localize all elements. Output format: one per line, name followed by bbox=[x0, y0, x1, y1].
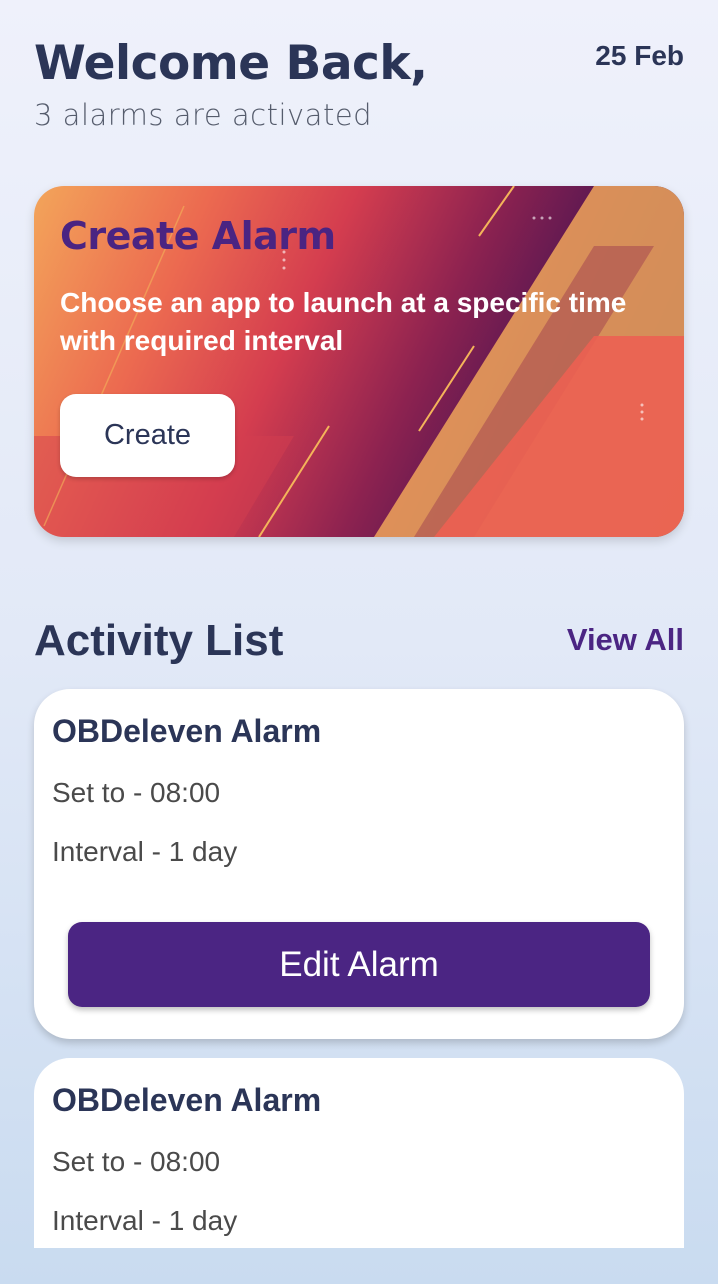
view-all-link[interactable]: View All bbox=[567, 622, 684, 658]
banner-description: Choose an app to launch at a specific ti… bbox=[60, 287, 627, 356]
alarm-card: OBDeleven Alarm Set to - 08:00 Interval … bbox=[34, 1058, 684, 1248]
banner-title: Create Alarm bbox=[60, 214, 336, 258]
alarm-name: OBDeleven Alarm bbox=[52, 713, 322, 749]
edit-alarm-button[interactable]: Edit Alarm bbox=[68, 922, 650, 1007]
alarms-activated-subtitle: 3 alarms are activated bbox=[34, 98, 373, 132]
create-alarm-banner: Create Alarm Choose an app to launch at … bbox=[34, 186, 684, 537]
create-button[interactable]: Create bbox=[60, 394, 235, 477]
current-date: 25 Feb bbox=[595, 40, 684, 71]
activity-list-heading: Activity List bbox=[34, 616, 284, 665]
alarm-time: Set to - 08:00 bbox=[52, 1146, 221, 1177]
welcome-title: Welcome Back, bbox=[34, 36, 428, 91]
alarm-name: OBDeleven Alarm bbox=[52, 1082, 322, 1118]
alarm-interval: Interval - 1 day bbox=[52, 836, 238, 867]
alarm-card: OBDeleven Alarm Set to - 08:00 Interval … bbox=[34, 689, 684, 1039]
alarm-interval: Interval - 1 day bbox=[52, 1205, 238, 1236]
alarm-time: Set to - 08:00 bbox=[52, 777, 221, 808]
